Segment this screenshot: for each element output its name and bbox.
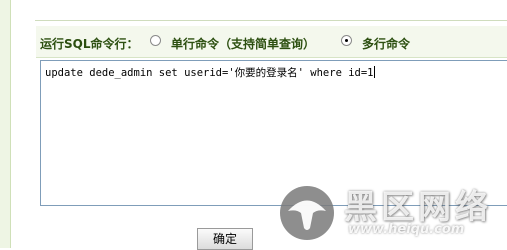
multi-line-radio[interactable] — [341, 35, 352, 46]
watermark-url: www.heiqu.com — [348, 222, 465, 237]
mushroom-logo-icon — [280, 186, 334, 240]
text-caret — [373, 66, 375, 78]
divider — [35, 20, 507, 21]
sql-mode-row: 运行SQL命令行： 单行命令（支持简单查询） 多行命令 — [36, 26, 507, 58]
multi-line-option-label[interactable]: 多行命令 — [362, 35, 410, 52]
sql-query-text: update dede_admin set userid='你要的登录名' wh… — [45, 67, 374, 79]
sql-command-label: 运行SQL命令行： — [40, 37, 139, 51]
left-panel-edge — [0, 0, 11, 248]
watermark-title: 黑区网络 — [344, 187, 492, 226]
confirm-button[interactable]: 确定 — [197, 228, 253, 250]
watermark: 黑区网络 www.heiqu.com — [276, 180, 506, 244]
single-line-option-label[interactable]: 单行命令（支持简单查询） — [171, 35, 315, 52]
single-line-radio[interactable] — [150, 35, 161, 46]
